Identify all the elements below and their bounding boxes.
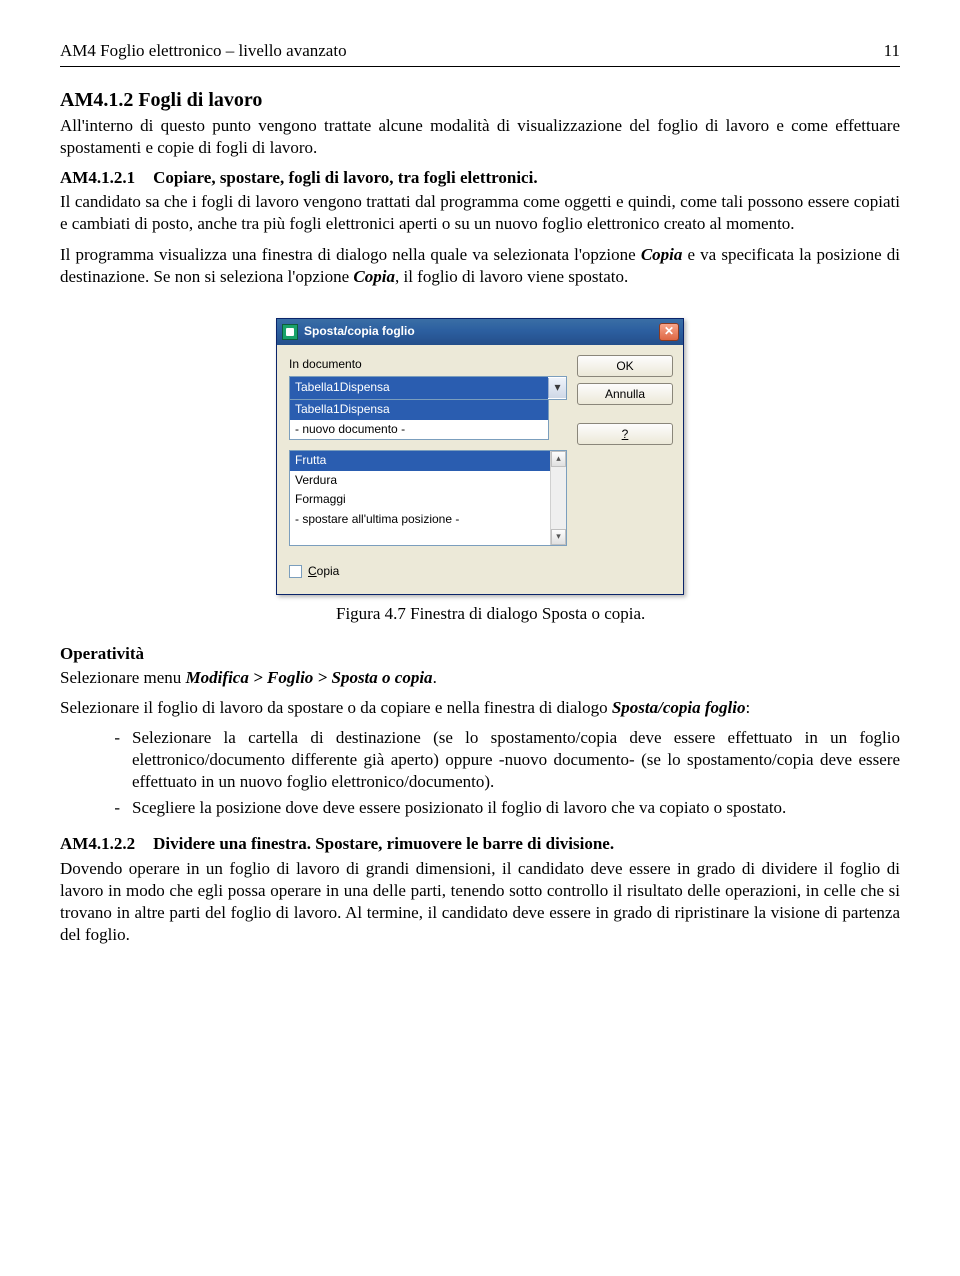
copy-checkbox[interactable] — [289, 565, 302, 578]
section2-paragraph1: Il candidato sa che i fogli di lavoro ve… — [60, 191, 900, 235]
list-item[interactable]: Frutta — [290, 451, 566, 471]
heading-title: Dividere una finestra. Spostare, rimuove… — [153, 834, 614, 853]
app-icon — [282, 324, 298, 340]
list-item: Scegliere la posizione dove deve essere … — [120, 797, 900, 819]
scroll-down-icon[interactable]: ▾ — [551, 529, 566, 545]
section-heading-1: AM4.1.2 Fogli di lavoro — [60, 87, 900, 113]
heading-title: Copiare, spostare, fogli di lavoro, tra … — [153, 168, 538, 187]
combobox-selected: Tabella1Dispensa — [290, 377, 548, 399]
copy-checkbox-label: Copia — [308, 564, 339, 580]
list-item[interactable]: Formaggi — [290, 490, 566, 510]
header-rule — [60, 66, 900, 67]
help-button[interactable]: ? — [577, 423, 673, 445]
move-copy-dialog: Sposta/copia foglio ✕ In documento Tabel… — [276, 318, 684, 595]
heading-number: AM4.1.2.2 — [60, 834, 135, 853]
section1-paragraph: All'interno di questo punto vengono trat… — [60, 115, 900, 159]
section-heading-2: AM4.1.2.1 Copiare, spostare, fogli di lav… — [60, 167, 900, 189]
emphasis-copia: Copia — [641, 245, 683, 264]
operativita-list: Selezionare la cartella di destinazione … — [60, 727, 900, 819]
chevron-down-icon[interactable]: ▾ — [548, 378, 566, 398]
emphasis-copia-2: Copia — [353, 267, 395, 286]
before-sheet-listbox[interactable]: Frutta Verdura Formaggi - spostare all'u… — [289, 450, 567, 546]
page-header: AM4 Foglio elettronico – livello avanzat… — [60, 40, 900, 62]
dialog-name-emphasis: Sposta/copia foglio — [612, 698, 746, 717]
list-item[interactable]: - spostare all'ultima posizione - — [290, 510, 566, 530]
scroll-up-icon[interactable]: ▴ — [551, 451, 566, 467]
heading-number: AM4.1.2.1 — [60, 168, 135, 187]
operativita-title: Operatività — [60, 643, 900, 665]
dialog-titlebar[interactable]: Sposta/copia foglio ✕ — [277, 319, 683, 345]
section2-paragraph2: Il programma visualizza una finestra di … — [60, 244, 900, 288]
operativita-line1: Selezionare menu Modifica > Foglio > Spo… — [60, 667, 900, 689]
dialog-button-column: OK Annulla ? — [577, 355, 673, 580]
section3-paragraph: Dovendo operare in un foglio di lavoro d… — [60, 858, 900, 946]
document-dropdown-list[interactable]: Tabella1Dispensa - nuovo documento - — [289, 400, 549, 440]
menu-path: Modifica > Foglio > Sposta o copia — [186, 668, 433, 687]
list-item: Selezionare la cartella di destinazione … — [120, 727, 900, 793]
dialog-title: Sposta/copia foglio — [304, 324, 659, 340]
figure-caption: Figura 4.7 Finestra di dialogo Sposta o … — [60, 603, 900, 625]
label-in-document: In documento — [289, 357, 567, 373]
cancel-button[interactable]: Annulla — [577, 383, 673, 405]
ok-button[interactable]: OK — [577, 355, 673, 377]
document-combobox[interactable]: Tabella1Dispensa ▾ — [289, 376, 567, 400]
dialog-body: In documento Tabella1Dispensa ▾ Tabella1… — [277, 345, 683, 594]
dialog-left-column: In documento Tabella1Dispensa ▾ Tabella1… — [289, 355, 567, 580]
page-number: 11 — [884, 40, 900, 62]
figure-dialog-wrap: Sposta/copia foglio ✕ In documento Tabel… — [60, 318, 900, 595]
copy-checkbox-row: Copia — [289, 564, 567, 580]
operativita-paragraph2: Selezionare il foglio di lavoro da spost… — [60, 697, 900, 719]
dropdown-option[interactable]: Tabella1Dispensa — [290, 400, 548, 420]
header-left: AM4 Foglio elettronico – livello avanzat… — [60, 40, 347, 62]
close-icon[interactable]: ✕ — [659, 323, 679, 341]
listbox-scrollbar[interactable]: ▴ ▾ — [550, 451, 566, 545]
dropdown-option[interactable]: - nuovo documento - — [290, 420, 548, 440]
list-item[interactable]: Verdura — [290, 471, 566, 491]
section-heading-3: AM4.1.2.2 Dividere una finestra. Spostare… — [60, 833, 900, 855]
